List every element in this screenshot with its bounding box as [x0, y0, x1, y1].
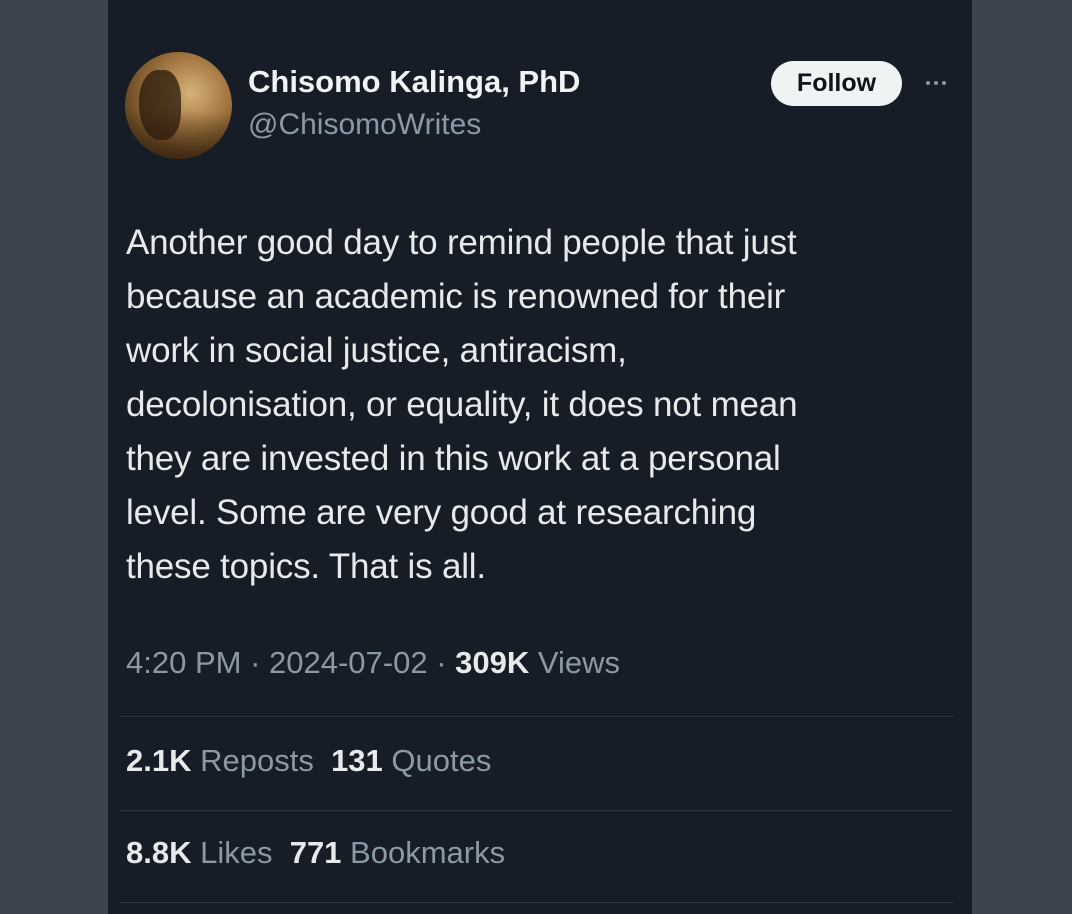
likes-count: 8.8K: [126, 835, 192, 870]
bookmarks-count: 771: [289, 835, 342, 870]
meta-separator: ·: [241, 645, 270, 680]
ellipsis-icon: [926, 81, 930, 85]
likes-label: Likes: [191, 835, 273, 870]
follow-button[interactable]: Follow: [771, 61, 902, 106]
reposts-label: Reposts: [191, 743, 314, 778]
reposts-count: 2.1K: [126, 743, 192, 778]
views-label: Views: [529, 645, 621, 680]
bookmarks-stat[interactable]: 771 Bookmarks: [290, 835, 505, 870]
avatar[interactable]: [125, 52, 232, 159]
divider: [120, 716, 953, 717]
bookmarks-label: Bookmarks: [341, 835, 506, 870]
likes-stat[interactable]: 8.8K Likes: [126, 835, 272, 870]
reposts-stat[interactable]: 2.1K Reposts: [126, 743, 314, 778]
engagement-row-reposts: 2.1K Reposts 131 Quotes: [126, 743, 491, 779]
avatar-shade: [125, 112, 232, 159]
more-options-button[interactable]: [916, 68, 956, 98]
meta-separator: ·: [427, 645, 456, 680]
quotes-stat[interactable]: 131 Quotes: [331, 743, 491, 778]
quotes-count: 131: [331, 743, 383, 778]
divider: [120, 902, 953, 903]
tweet-card: Chisomo Kalinga, PhD @ChisomoWrites Foll…: [108, 0, 972, 914]
ellipsis-icon: [934, 81, 938, 85]
divider: [120, 810, 953, 811]
author-display-name[interactable]: Chisomo Kalinga, PhD: [248, 64, 580, 100]
tweet-time[interactable]: 4:20 PM: [126, 645, 241, 680]
tweet-meta: 4:20 PM · 2024-07-02 · 309K Views: [126, 645, 620, 681]
author-handle[interactable]: @ChisomoWrites: [248, 108, 481, 142]
quotes-label: Quotes: [382, 743, 492, 778]
tweet-date[interactable]: 2024-07-02: [269, 645, 428, 680]
views-count: 309K: [455, 645, 530, 680]
tweet-text: Another good day to remind people that j…: [126, 223, 798, 586]
engagement-row-likes: 8.8K Likes 771 Bookmarks: [126, 835, 505, 871]
ellipsis-icon: [942, 81, 946, 85]
